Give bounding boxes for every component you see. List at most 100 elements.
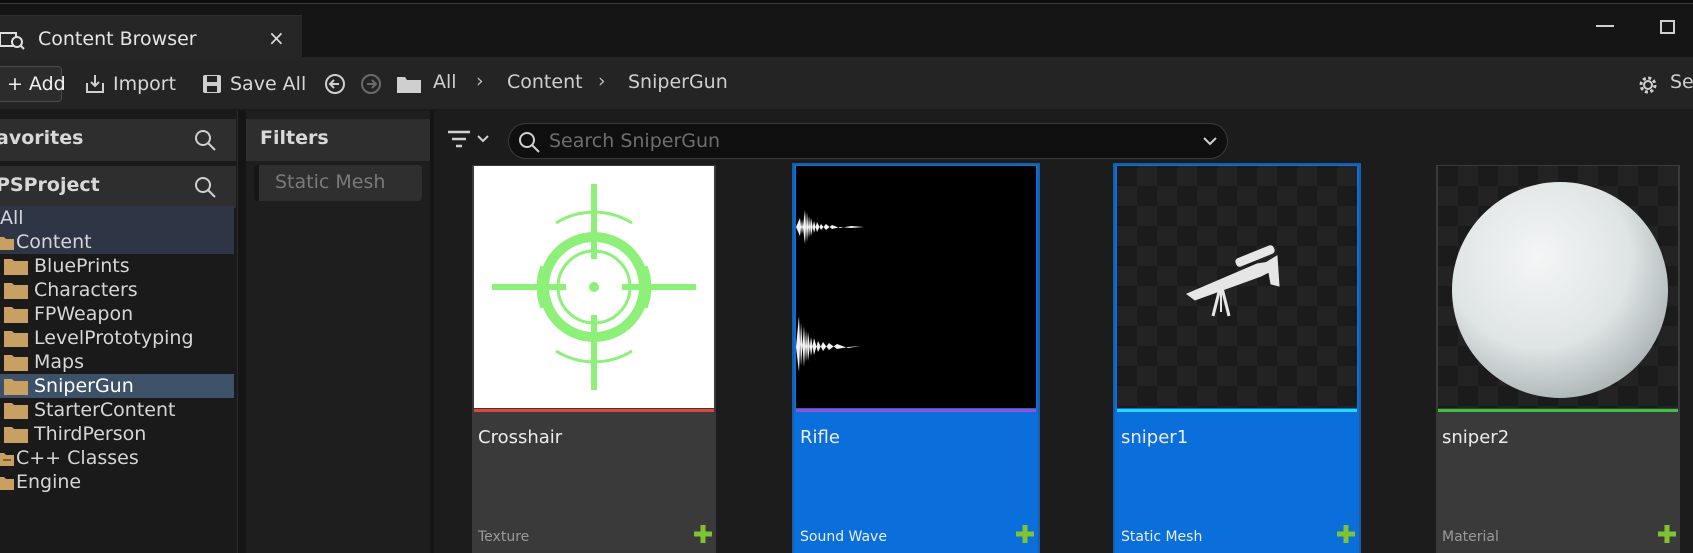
window-top-border: [0, 0, 1693, 4]
asset-type-bar: [1438, 409, 1678, 412]
breadcrumb-content[interactable]: Content: [507, 71, 583, 93]
tree-item-label: All: [0, 207, 24, 229]
favorites-header[interactable]: avorites: [0, 119, 236, 161]
waveform-image: [796, 210, 864, 372]
toolbar: + Add Import Save All All › Content › Sn…: [0, 57, 1693, 111]
add-plus-icon[interactable]: [1335, 523, 1357, 545]
asset-tile-crosshair[interactable]: Crosshair Texture: [472, 165, 716, 553]
forward-arrow-icon[interactable]: [360, 73, 382, 95]
minimize-icon[interactable]: [1596, 25, 1614, 27]
filters-header: Filters: [246, 119, 430, 161]
cpp-folder-icon: [0, 453, 14, 466]
tree-item-fpweapon[interactable]: FPWeapon: [0, 302, 234, 326]
save-all-button[interactable]: Save All: [201, 66, 306, 102]
folder-icon: [4, 331, 28, 347]
asset-type: Material: [1442, 529, 1499, 545]
crosshair-thumbnail: [474, 166, 714, 408]
asset-tile-sniper1[interactable]: sniper1 Static Mesh: [1113, 163, 1361, 553]
chevron-right-icon: ›: [476, 70, 484, 92]
search-icon[interactable]: [193, 175, 217, 199]
plus-icon: +: [7, 73, 23, 95]
asset-tile-rifle[interactable]: Rifle Sound Wave: [792, 163, 1040, 553]
folder-icon: [0, 477, 14, 490]
save-all-label: Save All: [230, 73, 307, 95]
folder-icon: [4, 403, 28, 419]
folder-icon: [4, 427, 28, 443]
asset-name: sniper2: [1442, 427, 1510, 448]
tree-item-label: SniperGun: [34, 375, 134, 397]
tree-item-label: Engine: [16, 471, 82, 493]
add-plus-icon[interactable]: [1014, 523, 1036, 545]
filter-chip-label: Static Mesh: [275, 171, 386, 193]
tree-item-engine[interactable]: Engine: [0, 470, 234, 494]
asset-type: Sound Wave: [800, 529, 887, 545]
back-arrow-icon[interactable]: [324, 73, 346, 95]
asset-type-bar: [796, 409, 1036, 412]
add-label: Add: [28, 73, 66, 95]
sources-panel: avorites PSProject All Content BluePrint…: [0, 111, 238, 553]
filter-chip-static-mesh[interactable]: Static Mesh: [254, 165, 422, 201]
breadcrumb-snipergun[interactable]: SniperGun: [628, 71, 728, 93]
tree-item-label: LevelPrototyping: [34, 327, 194, 349]
save-icon: [203, 75, 221, 93]
project-label: PSProject: [0, 174, 100, 196]
folder-icon: [4, 307, 28, 323]
tree-item-label: FPWeapon: [34, 303, 134, 325]
tree-item-label: Maps: [34, 351, 84, 373]
sniper-rifle-image: [1186, 245, 1280, 317]
tree-item-startercontent[interactable]: StarterContent: [0, 398, 234, 422]
crosshair-image: [492, 184, 696, 390]
tree-item-all[interactable]: All: [0, 206, 234, 230]
tree-item-label: StarterContent: [34, 399, 176, 421]
folder-tree: All Content BluePrints Characters FPWeap…: [0, 206, 234, 494]
folder-icon: [4, 259, 28, 275]
tree-item-cpp-classes[interactable]: C++ Classes: [0, 446, 234, 470]
import-label: Import: [113, 73, 177, 95]
tree-item-label: ThirdPerson: [34, 423, 147, 445]
add-button[interactable]: + Add: [0, 66, 66, 102]
tree-item-blueprints[interactable]: BluePrints: [0, 254, 234, 278]
search-bar[interactable]: [508, 123, 1228, 159]
chevron-down-icon[interactable]: [1201, 132, 1219, 150]
tab-content-browser[interactable]: Content Browser ×: [0, 15, 302, 63]
tree-item-thirdperson[interactable]: ThirdPerson: [0, 422, 234, 446]
tree-item-maps[interactable]: Maps: [0, 350, 234, 374]
asset-name: sniper1: [1121, 427, 1189, 448]
asset-name: Rifle: [800, 427, 840, 448]
chevron-right-icon: ›: [598, 70, 606, 92]
asset-type-bar: [1117, 409, 1357, 412]
tab-title: Content Browser: [38, 28, 197, 50]
tree-item-snipergun[interactable]: SniperGun: [0, 374, 234, 398]
folder-icon: [397, 77, 421, 93]
asset-type-bar: [474, 409, 714, 412]
filters-panel: Filters Static Mesh: [246, 111, 430, 553]
project-header[interactable]: PSProject: [0, 166, 236, 208]
breadcrumb-all[interactable]: All: [433, 71, 457, 93]
search-input[interactable]: [549, 127, 1169, 155]
asset-tile-sniper2[interactable]: sniper2 Material: [1436, 165, 1680, 553]
tab-close-icon[interactable]: ×: [268, 26, 285, 50]
asset-type: Static Mesh: [1121, 529, 1203, 545]
add-plus-icon[interactable]: [692, 523, 714, 545]
maximize-icon[interactable]: [1660, 20, 1675, 34]
settings-label[interactable]: Se: [1670, 71, 1693, 93]
tree-item-levelprototyping[interactable]: LevelPrototyping: [0, 326, 234, 350]
filter-dropdown-icon[interactable]: [446, 125, 496, 155]
tree-item-characters[interactable]: Characters: [0, 278, 234, 302]
import-button[interactable]: Import: [84, 66, 176, 102]
search-icon[interactable]: [193, 128, 217, 152]
gear-icon[interactable]: [1636, 73, 1660, 97]
static-mesh-thumbnail: [1117, 166, 1357, 408]
content-browser-icon: [0, 32, 25, 50]
add-plus-icon[interactable]: [1656, 523, 1678, 545]
filters-label: Filters: [260, 127, 329, 149]
tab-bar: Content Browser ×: [0, 5, 1693, 63]
tree-item-label: Characters: [34, 279, 138, 301]
material-thumbnail: [1438, 166, 1678, 408]
tree-item-content[interactable]: Content: [0, 230, 234, 254]
search-icon: [519, 132, 540, 153]
tree-item-label: Content: [16, 231, 92, 253]
folder-icon: [4, 379, 28, 395]
asset-name: Crosshair: [478, 427, 563, 448]
favorites-label: avorites: [0, 127, 84, 149]
